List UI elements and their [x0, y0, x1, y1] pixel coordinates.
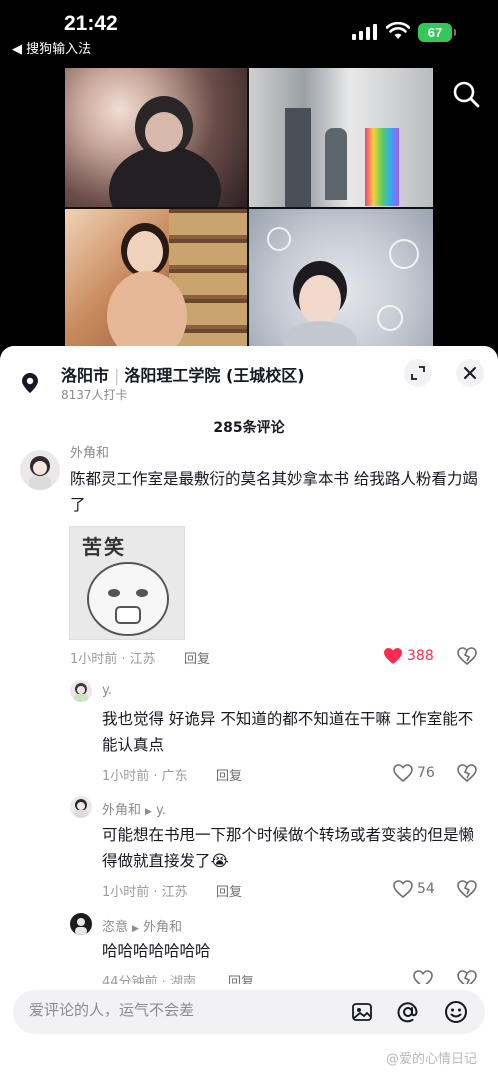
- heart-outline-icon: [393, 880, 413, 898]
- comment-text: 陈都灵工作室是最敷衍的莫名其妙拿本书 给我路人粉看力竭了: [70, 470, 478, 514]
- dislike-icon[interactable]: [457, 764, 477, 782]
- at-sign-icon: [397, 1002, 418, 1023]
- location-header[interactable]: 洛阳市 | 洛阳理工学院 (王城校区) 8137人打卡: [0, 346, 498, 406]
- avatar-drawing: [29, 456, 51, 490]
- reply-meta: 1小时前 · 广东: [102, 769, 188, 784]
- video-preview[interactable]: [65, 68, 433, 348]
- video-tile-3: [65, 209, 247, 348]
- like-count: 54: [417, 881, 435, 897]
- battery-indicator: 67: [418, 23, 456, 42]
- avatar-drawing: [74, 683, 88, 702]
- video-tile-1: [65, 68, 247, 207]
- reply-button[interactable]: 回复: [184, 648, 210, 667]
- reply-user: 恣意: [102, 920, 129, 935]
- checkin-count: 8137人打卡: [61, 388, 128, 402]
- expand-button[interactable]: [404, 359, 432, 387]
- reply-text: 我也觉得 好诡异 不知道的都不知道在干嘛 工作室能不能认真点: [102, 710, 474, 754]
- mention-button[interactable]: [395, 999, 421, 1025]
- heart-outline-icon: [393, 764, 413, 782]
- comment-count: 285条评论: [213, 420, 285, 436]
- avatar-drawing: [75, 918, 87, 935]
- cellular-signal-icon: [352, 24, 377, 40]
- comment-username[interactable]: 外角和: [70, 442, 109, 461]
- close-icon: [464, 367, 476, 379]
- image-button[interactable]: [349, 999, 375, 1025]
- dislike-icon[interactable]: [457, 647, 477, 665]
- avatar[interactable]: [20, 450, 60, 490]
- location-city: 洛阳市: [61, 366, 110, 385]
- emoji-button[interactable]: [443, 999, 469, 1025]
- reply-text: 哈哈哈哈哈哈哈: [102, 942, 211, 960]
- video-tile-2: [249, 68, 433, 207]
- wifi-icon: [386, 22, 410, 39]
- reply-arrow-icon: ▶: [132, 924, 139, 934]
- image-icon: [352, 1003, 372, 1021]
- video-tile-4: [249, 209, 433, 348]
- divider: |: [114, 366, 120, 385]
- reply-username[interactable]: 外角和 ▶ y.: [102, 799, 166, 818]
- status-bar: 21:42 ◀ 搜狗输入法 67: [0, 0, 498, 64]
- heart-filled-icon: [384, 648, 402, 664]
- avatar[interactable]: [70, 680, 92, 702]
- like-button[interactable]: 54: [393, 880, 435, 898]
- avatar-drawing: [74, 799, 88, 818]
- like-count: 388: [407, 648, 434, 664]
- like-button[interactable]: 388: [383, 647, 434, 665]
- back-to-app-link[interactable]: ◀ 搜狗输入法: [12, 38, 91, 57]
- reply-text: 可能想在书甩一下那个时候做个转场或者变装的但是懒得做就直接发了😭: [102, 826, 475, 870]
- reply-username[interactable]: 恣意 ▶ 外角和: [102, 916, 182, 935]
- comment-input-bar: [13, 990, 485, 1034]
- close-button[interactable]: [456, 359, 484, 387]
- comment-input[interactable]: [29, 1001, 329, 1019]
- location-title[interactable]: 洛阳市 | 洛阳理工学院 (王城校区): [61, 362, 305, 386]
- reply-meta: 1小时前 · 江苏: [102, 885, 188, 900]
- like-button[interactable]: 76: [393, 764, 435, 782]
- sticker-caption: 苦笑: [82, 535, 126, 559]
- clock: 21:42: [64, 12, 118, 35]
- location-place: 洛阳理工学院 (王城校区): [124, 366, 305, 385]
- comment-meta: 1小时前 · 江苏: [70, 652, 156, 667]
- reply-to-user: y.: [155, 803, 166, 818]
- search-icon[interactable]: [452, 80, 480, 108]
- location-pin-icon: [22, 373, 38, 393]
- comment-sheet: 洛阳市 | 洛阳理工学院 (王城校区) 8137人打卡 285条评论 外角和 陈…: [0, 346, 498, 1080]
- avatar[interactable]: [70, 913, 92, 935]
- like-count: 76: [417, 765, 435, 781]
- avatar[interactable]: [70, 796, 92, 818]
- dislike-icon[interactable]: [457, 880, 477, 898]
- expand-icon: [411, 366, 425, 380]
- emoji-icon: [445, 1001, 467, 1023]
- reply-arrow-icon: ▶: [145, 807, 152, 817]
- reply-username[interactable]: y.: [102, 683, 112, 698]
- reply-user: 外角和: [102, 803, 142, 818]
- reply-to-user: 外角和: [142, 920, 182, 935]
- reply-button[interactable]: 回复: [216, 881, 242, 900]
- reply-user: y.: [102, 683, 112, 698]
- reply-button[interactable]: 回复: [216, 765, 242, 784]
- watermark: @爱的心情日记: [386, 1052, 478, 1067]
- comment-sticker[interactable]: 苦笑: [69, 526, 185, 640]
